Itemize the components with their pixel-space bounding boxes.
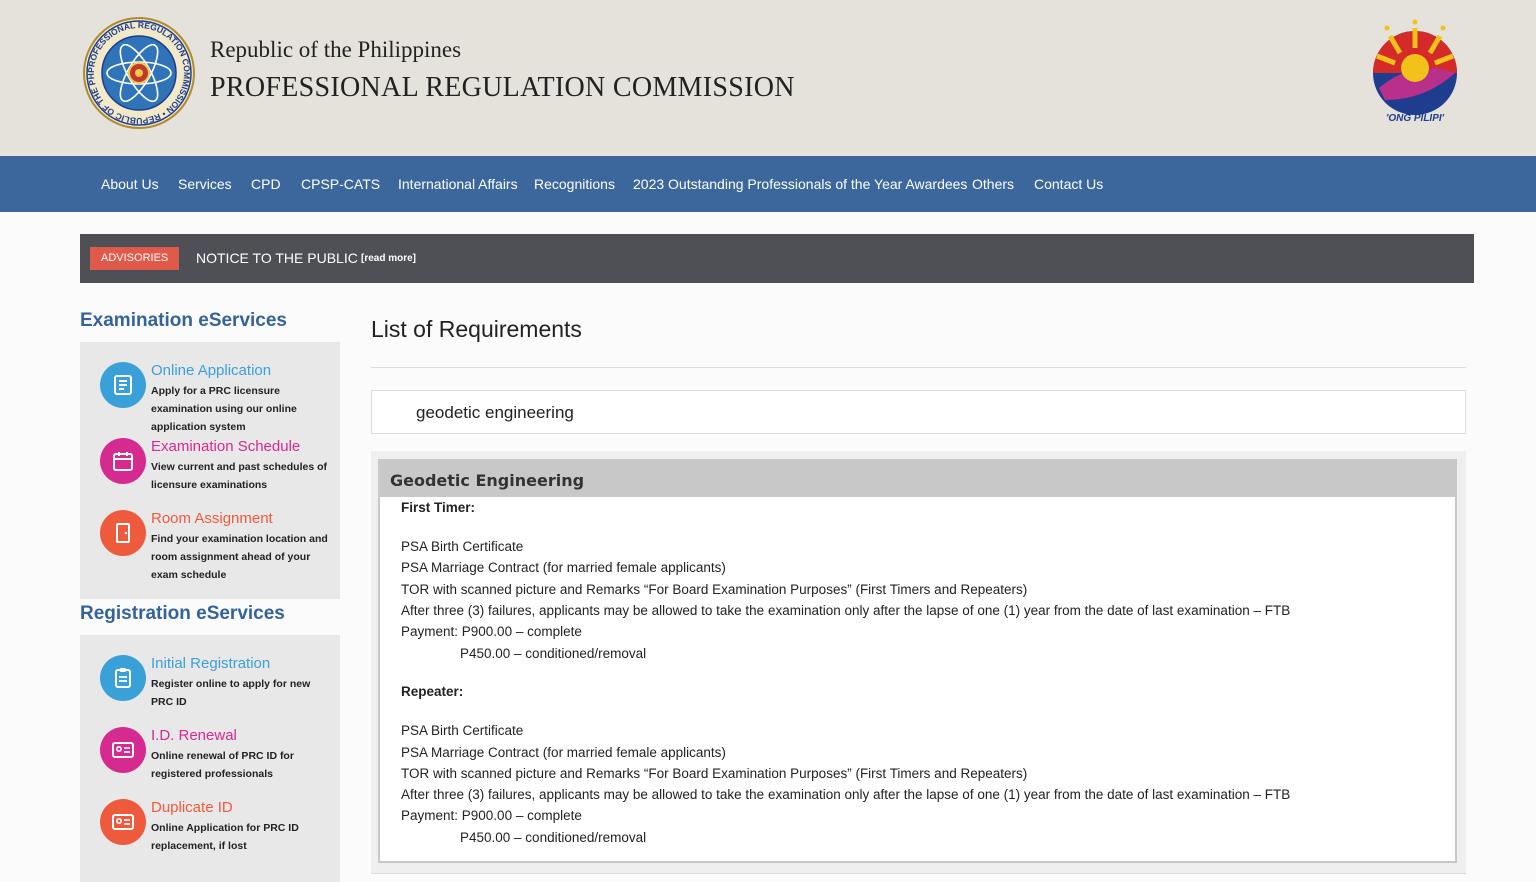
nav-others[interactable]: Others (972, 176, 1014, 192)
exam-eservices-title: Examination eServices (80, 310, 287, 331)
nav-international-affairs[interactable]: International Affairs (398, 176, 518, 192)
service-title[interactable]: Duplicate ID (151, 799, 233, 816)
nav-cpd[interactable]: CPD (251, 176, 281, 192)
requirement-item: PSA Birth Certificate (401, 723, 524, 738)
requirements-panel: Geodetic Engineering (378, 459, 1457, 863)
nav-contact-us[interactable]: Contact Us (1034, 176, 1103, 192)
service-title[interactable]: Online Application (151, 362, 271, 379)
application-icon (100, 362, 146, 408)
requirement-item: PSA Birth Certificate (401, 539, 524, 554)
advisory-notice[interactable]: NOTICE TO THE PUBLIC (196, 250, 358, 266)
prc-seal-logo[interactable]: PROFESSIONAL REGULATION COMMISSION • REP… (83, 17, 195, 129)
online-application-service[interactable]: Online Application Apply for a PRC licen… (100, 362, 340, 433)
service-desc: Apply for a PRC licensure examination us… (151, 385, 297, 433)
service-desc: Online Application for PRC ID replacemen… (151, 822, 299, 852)
requirement-item: TOR with scanned picture and Remarks “Fo… (401, 582, 1028, 597)
nav-recognitions[interactable]: Recognitions (534, 176, 615, 192)
requirement-item: After three (3) failures, applicants may… (401, 787, 1291, 802)
door-icon (100, 510, 146, 556)
nav-cpsp-cats[interactable]: CPSP-CATS (301, 176, 380, 192)
calendar-icon (100, 438, 146, 484)
site-header: PROFESSIONAL REGULATION COMMISSION • REP… (0, 0, 1536, 156)
divider (371, 367, 1466, 368)
header-country: Republic of the Philippines (210, 37, 462, 62)
payment-conditioned: P450.00 – conditioned/removal (460, 830, 647, 845)
nav-about-us[interactable]: About Us (101, 176, 159, 192)
nav-outstanding-professionals[interactable]: 2023 Outstanding Professionals of the Ye… (633, 176, 967, 192)
service-title[interactable]: Initial Registration (151, 655, 270, 672)
profession-search-input[interactable]: geodetic engineering (371, 390, 1466, 434)
bagong-pilipinas-text: 'ONG PILIPI' (1385, 113, 1445, 124)
registration-eservices-title: Registration eServices (80, 603, 285, 624)
advisory-bar: ADVISORIES NOTICE TO THE PUBLIC [read mo… (80, 234, 1474, 283)
requirements-panel-header: Geodetic Engineering (380, 461, 1455, 497)
service-title[interactable]: Examination Schedule (151, 438, 300, 455)
id-card-icon (100, 727, 146, 773)
requirement-item: PSA Marriage Contract (for married femal… (401, 560, 726, 575)
initial-registration-service[interactable]: Initial Registration Register online to … (100, 655, 340, 710)
bagong-pilipinas-logo (1373, 19, 1457, 115)
examination-schedule-service[interactable]: Examination Schedule View current and pa… (100, 438, 340, 498)
profession-name: Geodetic Engineering (390, 471, 585, 490)
id-renewal-service[interactable]: I.D. Renewal Online renewal of PRC ID fo… (100, 727, 340, 782)
main-navigation: About Us Services CPD CPSP-CATS Internat… (0, 156, 1536, 212)
search-value: geodetic engineering (416, 403, 574, 422)
requirement-item: TOR with scanned picture and Remarks “Fo… (401, 766, 1028, 781)
repeater-label: Repeater: (401, 684, 464, 699)
room-assignment-service[interactable]: Room Assignment Find your examination lo… (100, 510, 340, 585)
advisories-badge: ADVISORIES (90, 247, 180, 270)
payment-complete: Payment: P900.00 – complete (401, 624, 582, 639)
page-title: List of Requirements (371, 316, 582, 342)
first-timer-label: First Timer: (401, 500, 476, 515)
nav-services[interactable]: Services (178, 176, 232, 192)
service-title[interactable]: I.D. Renewal (151, 727, 237, 744)
duplicate-id-service[interactable]: Duplicate ID Online Application for PRC … (100, 799, 340, 854)
service-desc: Register online to apply for new PRC ID (151, 678, 311, 708)
id-card-icon (100, 799, 146, 845)
payment-conditioned: P450.00 – conditioned/removal (460, 646, 647, 661)
service-desc: Online renewal of PRC ID for registered … (151, 750, 294, 780)
header-agency-name: PROFESSIONAL REGULATION COMMISSION (210, 72, 795, 103)
clipboard-icon (100, 655, 146, 701)
requirement-item: PSA Marriage Contract (for married femal… (401, 745, 726, 760)
service-desc: Find your examination location and room … (151, 533, 328, 581)
payment-complete: Payment: P900.00 – complete (401, 808, 582, 823)
service-desc: View current and past schedules of licen… (151, 461, 328, 491)
requirement-item: After three (3) failures, applicants may… (401, 603, 1291, 618)
service-title[interactable]: Room Assignment (151, 510, 273, 527)
read-more-link[interactable]: [read more] (361, 253, 416, 264)
